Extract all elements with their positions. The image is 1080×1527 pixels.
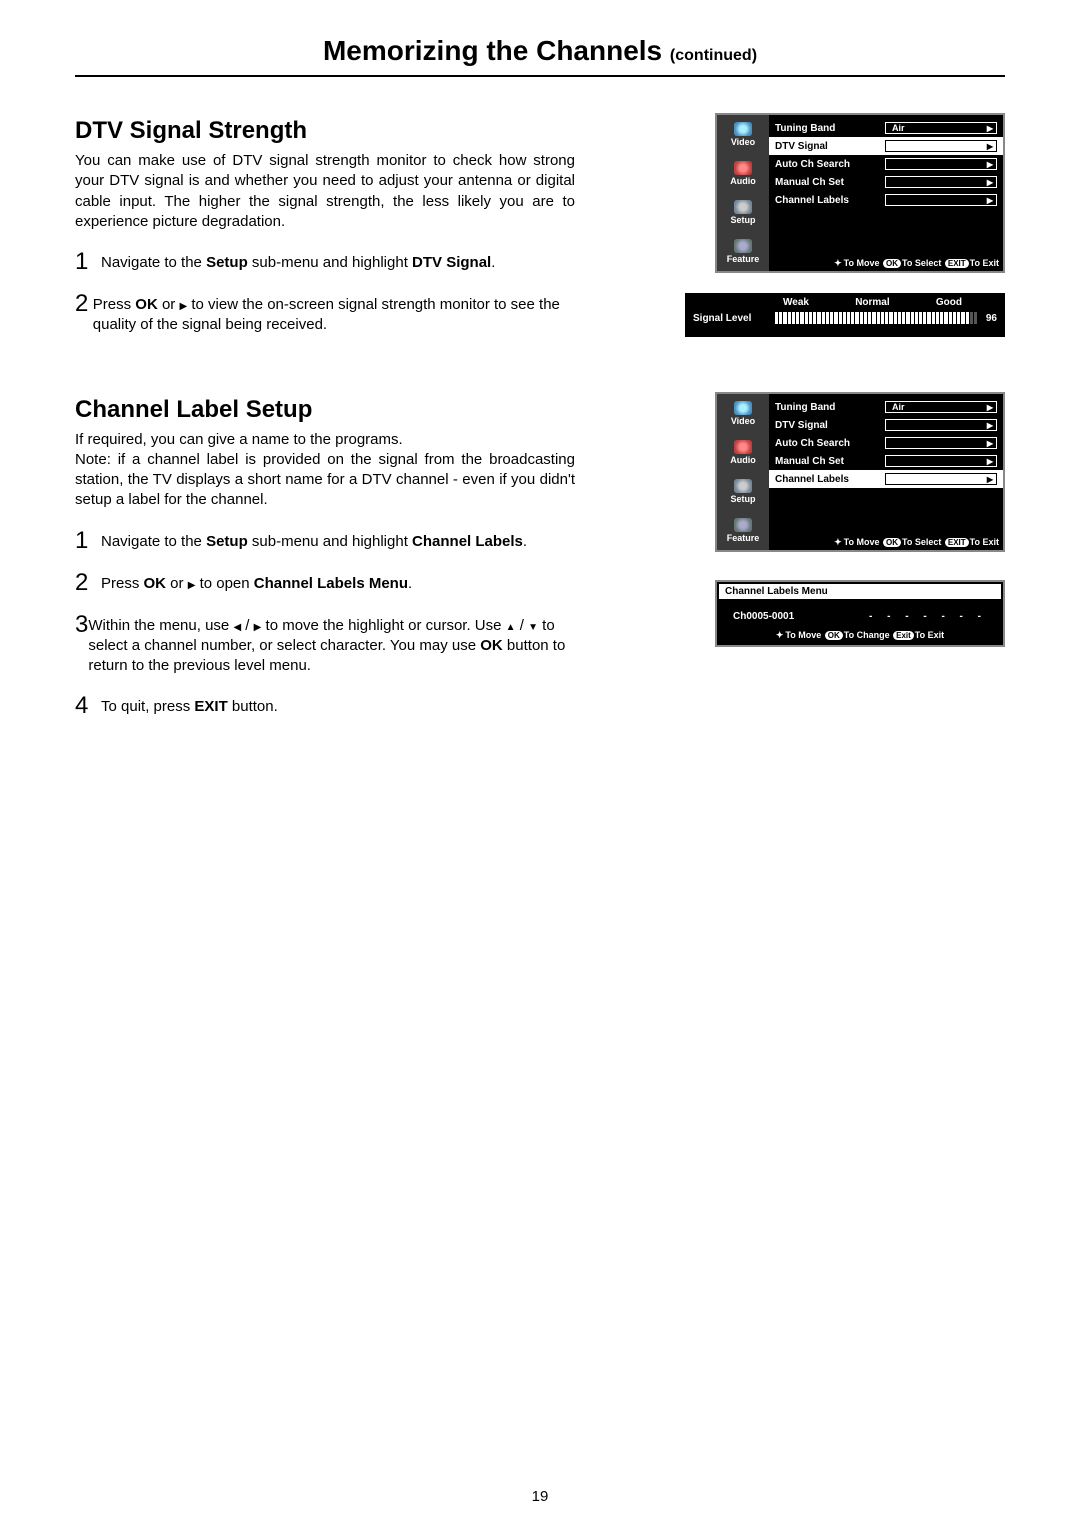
dtv-heading: DTV Signal Strength <box>75 117 575 145</box>
signal-bars <box>775 312 977 324</box>
channel-step-4: 4 To quit, press EXIT button. <box>75 694 575 718</box>
page-title: Memorizing the Channels (continued) <box>75 35 1005 77</box>
step-number: 1 <box>75 250 101 274</box>
right-arrow-icon: ▶ <box>987 475 993 484</box>
audio-icon <box>734 440 752 454</box>
ch-menu-title: Channel Labels Menu <box>719 584 1001 599</box>
ch-menu-footer: To Move OKTo Change ExitTo Exit <box>717 626 1003 645</box>
osd-sidebar: Video Audio Setup Feature <box>717 115 769 271</box>
video-icon <box>734 401 752 415</box>
title-main: Memorizing the Channels <box>323 35 662 66</box>
exit-pill: Exit <box>893 631 914 640</box>
ok-pill: OK <box>883 259 901 268</box>
move-icon <box>776 630 786 640</box>
feature-icon <box>734 518 752 532</box>
channel-heading: Channel Label Setup <box>75 396 575 424</box>
page-number: 19 <box>0 1488 1080 1505</box>
step-number: 4 <box>75 694 101 718</box>
left-arrow-icon <box>233 617 241 634</box>
audio-icon <box>734 161 752 175</box>
channel-step-2: 2 Press OK or to open Channel Labels Men… <box>75 571 575 595</box>
dtv-intro: You can make use of DTV signal strength … <box>75 151 575 232</box>
osd-sidebar: Video Audio Setup Feature <box>717 394 769 550</box>
step-body: Press OK or to view the on-screen signal… <box>93 292 575 336</box>
step-number: 3 <box>75 613 88 677</box>
down-arrow-icon <box>528 617 538 634</box>
right-arrow-icon: ▶ <box>987 439 993 448</box>
signal-value: 96 <box>977 313 997 324</box>
exit-pill: EXIT <box>945 538 969 547</box>
title-suffix: (continued) <box>670 47 757 64</box>
channel-intro1: If required, you can give a name to the … <box>75 430 575 450</box>
step-number: 1 <box>75 529 101 553</box>
right-arrow-icon: ▶ <box>987 160 993 169</box>
signal-level-label: Signal Level <box>693 313 775 324</box>
feature-icon <box>734 239 752 253</box>
right-arrow-icon: ▶ <box>987 403 993 412</box>
step-body: Navigate to the Setup sub-menu and highl… <box>101 250 495 274</box>
dtv-step-2: 2 Press OK or to view the on-screen sign… <box>75 292 575 336</box>
channel-step-1: 1 Navigate to the Setup sub-menu and hig… <box>75 529 575 553</box>
signal-panel: Weak Normal Good Signal Level 96 <box>685 293 1005 337</box>
right-arrow-icon: ▶ <box>987 421 993 430</box>
osd-panel-channel: Video Audio Setup Feature Tuning BandAir… <box>715 392 1005 552</box>
ok-pill: OK <box>883 538 901 547</box>
dtv-step-1: 1 Navigate to the Setup sub-menu and hig… <box>75 250 575 274</box>
step-number: 2 <box>75 571 101 595</box>
setup-icon <box>734 200 752 214</box>
move-icon <box>834 537 844 547</box>
right-arrow-icon: ▶ <box>987 142 993 151</box>
label-weak: Weak <box>783 297 809 308</box>
exit-pill: EXIT <box>945 259 969 268</box>
right-arrow-icon: ▶ <box>987 196 993 205</box>
right-arrow-icon: ▶ <box>987 457 993 466</box>
video-icon <box>734 122 752 136</box>
channel-step-3: 3 Within the menu, use / to move the hig… <box>75 613 575 677</box>
channel-note: Note: if a channel label is provided on … <box>75 450 575 511</box>
ch-menu-dashes: - - - - - - - <box>869 611 987 622</box>
osd-main: Tuning BandAir▶ DTV Signal▶ Auto Ch Sear… <box>769 394 1003 550</box>
label-normal: Normal <box>855 297 889 308</box>
label-good: Good <box>936 297 962 308</box>
step-number: 2 <box>75 292 93 336</box>
ch-menu-channel: Ch0005-0001 <box>733 611 794 622</box>
osd-panel-dtv: Video Audio Setup Feature Tuning BandAir… <box>715 113 1005 273</box>
osd-footer: To Move OKTo Select EXITTo Exit <box>769 537 999 548</box>
osd-main: Tuning BandAir▶ DTV Signal▶ Auto Ch Sear… <box>769 115 1003 271</box>
move-icon <box>834 258 844 268</box>
channel-labels-menu-panel: Channel Labels Menu Ch0005-0001 - - - - … <box>715 580 1005 647</box>
up-arrow-icon <box>506 617 516 634</box>
osd-footer: To Move OKTo Select EXITTo Exit <box>769 258 999 269</box>
right-arrow-icon: ▶ <box>987 124 993 133</box>
setup-icon <box>734 479 752 493</box>
ok-pill: OK <box>825 631 843 640</box>
right-arrow-icon: ▶ <box>987 178 993 187</box>
